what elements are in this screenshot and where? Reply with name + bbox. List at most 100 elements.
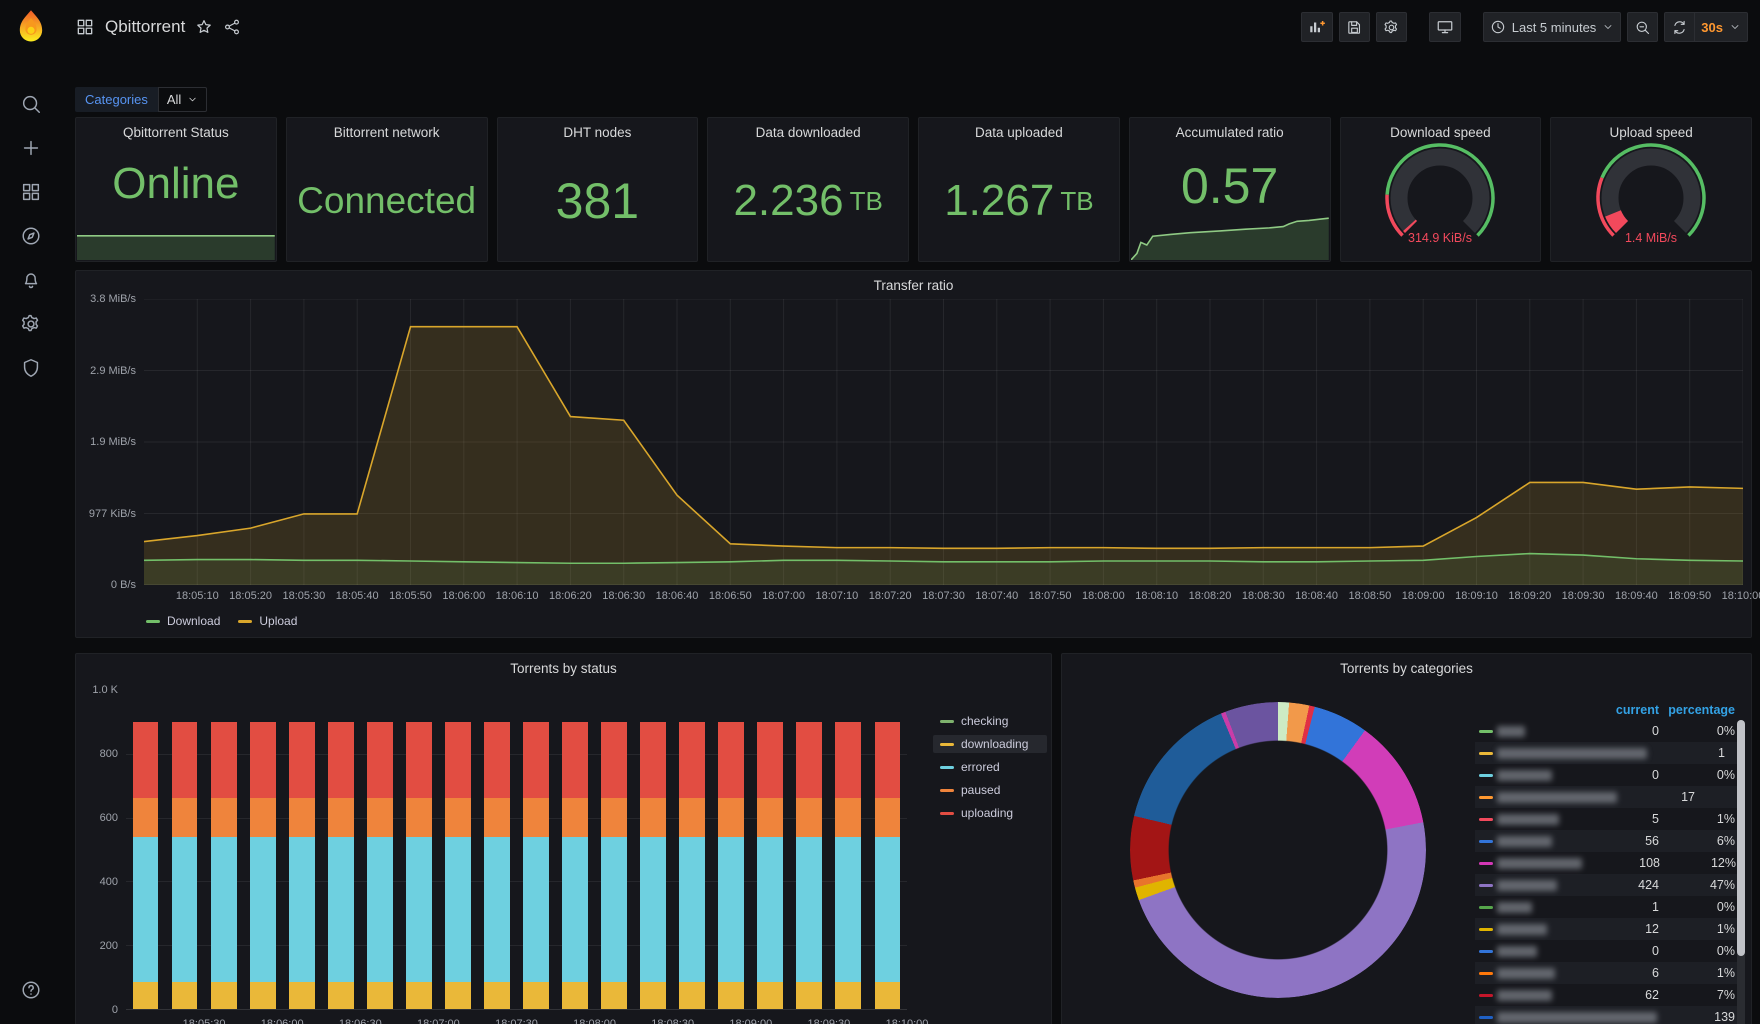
zoom-out-button[interactable]: [1627, 12, 1659, 42]
x-tick-label: 18:08:20: [1188, 590, 1232, 602]
status-bar[interactable]: [757, 721, 784, 1009]
template-variable-row: Categories All: [75, 85, 1752, 113]
y-tick-label: 0 B/s: [110, 579, 136, 591]
column-percentage[interactable]: percentage: [1659, 703, 1735, 717]
x-tick-label: 18:07:50: [1028, 590, 1072, 602]
bar-segment-errored: [366, 836, 393, 982]
dashboard-grid-icon[interactable]: [75, 17, 95, 37]
bar-segment-errored: [132, 836, 159, 982]
x-tick-label: 18:06:10: [495, 590, 539, 602]
categories-variable-value[interactable]: All: [157, 86, 208, 112]
search-icon[interactable]: [9, 82, 53, 126]
status-bar[interactable]: [718, 721, 745, 1009]
cell-current: 6: [1652, 966, 1659, 980]
legend-dash-icon: [940, 742, 954, 746]
panel-title[interactable]: Data uploaded: [919, 118, 1119, 140]
status-bar[interactable]: [640, 721, 667, 1009]
explore-compass-icon[interactable]: [9, 214, 53, 258]
bar-segment-downloading: [171, 981, 198, 1009]
cell-current: 0: [1652, 724, 1659, 738]
status-bar[interactable]: [366, 721, 393, 1009]
cell-current: 139: [1714, 1010, 1735, 1024]
status-bar[interactable]: [249, 721, 276, 1009]
status-bar[interactable]: [132, 721, 159, 1009]
dashboard-settings-button[interactable]: [1375, 12, 1407, 42]
legend-item-download[interactable]: Download: [146, 614, 220, 628]
legend-label: uploading: [961, 806, 1014, 820]
categories-variable-label[interactable]: Categories: [75, 86, 158, 112]
status-bar[interactable]: [874, 721, 901, 1009]
panel-title[interactable]: DHT nodes: [498, 118, 698, 140]
legend-item-paused[interactable]: paused: [933, 781, 1047, 799]
cell-percentage: 0%: [1716, 944, 1735, 958]
refresh-interval-picker[interactable]: 30s: [1695, 12, 1748, 42]
panel-title[interactable]: Transfer ratio: [76, 271, 1751, 293]
panel-title[interactable]: Upload speed: [1551, 118, 1751, 140]
status-bar[interactable]: [171, 721, 198, 1009]
panel-title[interactable]: Qbittorrent Status: [76, 118, 276, 140]
legend-item-uploading[interactable]: uploading: [933, 804, 1047, 822]
category-name-redacted: [1497, 923, 1547, 935]
status-bar[interactable]: [523, 721, 549, 1009]
table-row: 13915%: [1475, 1006, 1745, 1024]
refresh-interval-label: 30s: [1701, 19, 1723, 35]
status-bar[interactable]: [601, 721, 627, 1009]
table-row: 1 0%: [1475, 896, 1745, 918]
kiosk-tv-button[interactable]: [1428, 12, 1461, 42]
table-row: 62 7%: [1475, 984, 1745, 1006]
configuration-gear-icon[interactable]: [9, 302, 53, 346]
legend-item-errored[interactable]: errored: [933, 758, 1047, 776]
panel-title[interactable]: Download speed: [1341, 118, 1541, 140]
transfer-plot[interactable]: [144, 299, 1743, 585]
status-bar[interactable]: [835, 721, 862, 1009]
status-plot[interactable]: [126, 690, 907, 1010]
bar-segment-uploading: [132, 721, 159, 799]
bar-segment-paused: [132, 798, 159, 837]
grafana-logo-icon[interactable]: [12, 8, 50, 46]
panel-title[interactable]: Bittorrent network: [287, 118, 487, 140]
status-bar[interactable]: [679, 721, 706, 1009]
x-tick-label: 18:06:20: [548, 590, 592, 602]
legend-item-upload[interactable]: Upload: [238, 614, 297, 628]
legend-item-downloading[interactable]: downloading: [933, 735, 1047, 753]
alerting-bell-icon[interactable]: [9, 258, 53, 302]
categories-donut-chart[interactable]: [1130, 702, 1426, 998]
page-title[interactable]: Qbittorrent: [105, 17, 185, 37]
panel-title[interactable]: Torrents by categories: [1062, 654, 1751, 676]
help-icon[interactable]: [9, 968, 53, 1012]
time-range-picker[interactable]: Last 5 minutes: [1482, 12, 1622, 42]
legend-dash-icon: [1479, 1015, 1493, 1019]
download-speed-gauge: 314.9 KiB/s: [1341, 140, 1541, 261]
status-bar[interactable]: [327, 721, 354, 1009]
category-name-redacted: [1497, 989, 1552, 1001]
admin-shield-icon[interactable]: [9, 346, 53, 390]
share-icon[interactable]: [223, 18, 241, 36]
refresh-button[interactable]: [1664, 12, 1696, 42]
x-tick-label: 18:08:40: [1295, 590, 1339, 602]
bar-segment-errored: [288, 836, 315, 982]
status-bar[interactable]: [796, 721, 823, 1009]
dashboards-grid-icon[interactable]: [9, 170, 53, 214]
bar-segment-downloading: [523, 981, 549, 1009]
status-bar[interactable]: [288, 721, 315, 1009]
legend-dash-icon: [940, 811, 954, 815]
star-icon[interactable]: [195, 18, 213, 36]
table-scrollbar-thumb[interactable]: [1737, 720, 1745, 956]
create-plus-icon[interactable]: [9, 126, 53, 170]
status-bar[interactable]: [445, 721, 471, 1009]
bar-segment-uploading: [835, 721, 862, 799]
status-bar[interactable]: [405, 721, 432, 1009]
panel-title[interactable]: Accumulated ratio: [1130, 118, 1330, 140]
save-dashboard-button[interactable]: [1338, 12, 1370, 42]
status-bar[interactable]: [484, 721, 510, 1009]
panel-title[interactable]: Data downloaded: [708, 118, 908, 140]
legend-item-checking[interactable]: checking: [933, 712, 1047, 730]
x-tick-label: 18:06:50: [708, 590, 752, 602]
status-bar[interactable]: [562, 721, 588, 1009]
ratio-value: 0.57: [1180, 157, 1279, 214]
add-panel-button[interactable]: [1300, 12, 1333, 42]
column-current[interactable]: current: [1595, 703, 1659, 717]
status-bar[interactable]: [210, 721, 237, 1009]
panel-title[interactable]: Torrents by status: [76, 654, 1051, 676]
cell-current: 17: [1681, 790, 1695, 804]
